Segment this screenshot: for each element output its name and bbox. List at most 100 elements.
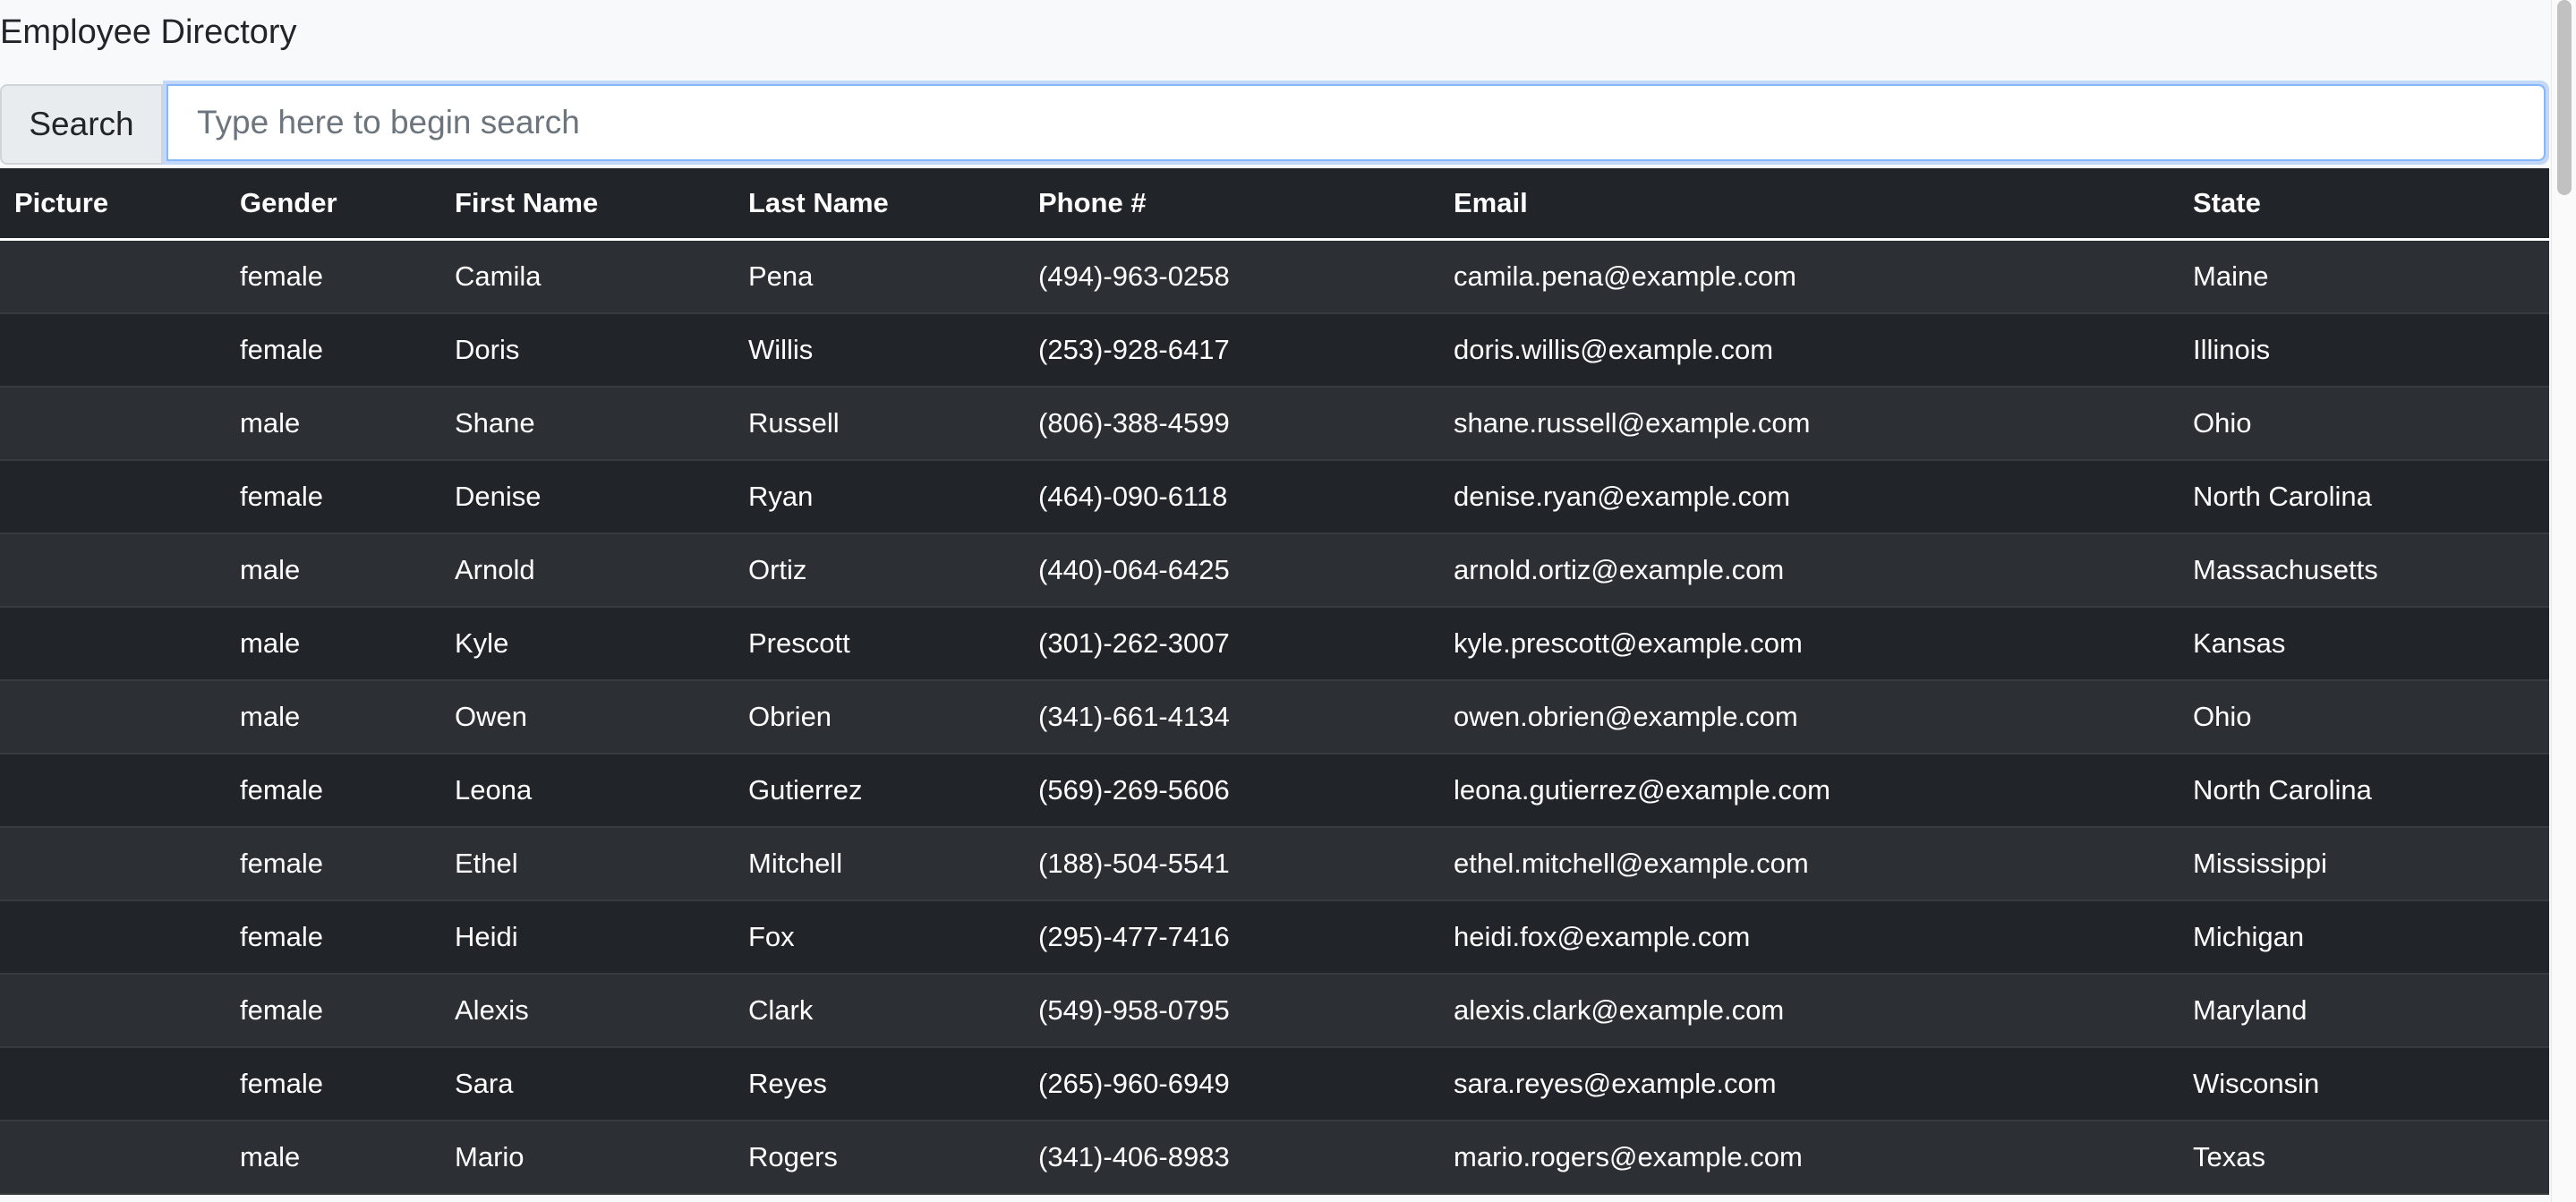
state-cell: North Carolina [2179,460,2549,534]
search-input-wrapper [163,81,2549,165]
table-row[interactable]: female Heidi Fox (295)-477-7416 heidi.fox@ex… [0,900,2549,975]
state-cell: Kansas [2179,607,2549,681]
last-name-cell: Mitchell [734,827,1024,901]
table-row[interactable]: male Arnold Ortiz (440)-064-6425 arnold.orti… [0,533,2549,608]
email-cell: denise.ryan@example.com [1439,460,2179,534]
state-cell: Maryland [2179,974,2549,1048]
gender-cell: female [226,974,440,1048]
column-header-state[interactable]: State [2179,168,2549,241]
table-row[interactable]: male Kyle Prescott (301)-262-3007 kyle.presc… [0,607,2549,681]
email-cell: alexis.clark@example.com [1439,974,2179,1048]
page-title: Employee Directory [0,13,297,51]
email-cell: ethel.mitchell@example.com [1439,827,2179,901]
table-row[interactable]: female Denise Ryan (464)-090-6118 denise.rya… [0,460,2549,534]
gender-cell: female [226,313,440,388]
column-header-email[interactable]: Email [1439,168,2179,241]
last-name-cell: Gutierrez [734,754,1024,828]
first-name-cell: Arnold [440,533,734,608]
state-cell: Mississippi [2179,827,2549,901]
email-cell: shane.russell@example.com [1439,387,2179,461]
first-name-cell: Mario [440,1121,734,1195]
picture-cell [0,313,226,388]
email-cell: arnold.ortiz@example.com [1439,533,2179,608]
gender-cell: male [226,1121,440,1195]
state-cell: Massachusetts [2179,533,2549,608]
gender-cell: female [226,754,440,828]
column-header-last-name[interactable]: Last Name [734,168,1024,241]
picture-cell [0,1047,226,1121]
email-cell: owen.obrien@example.com [1439,680,2179,754]
last-name-cell: Russell [734,387,1024,461]
table-row[interactable]: male Mario Rogers (341)-406-8983 mario.roger… [0,1121,2549,1195]
employee-table: Picture Gender First Name Last Name Phon… [0,168,2549,1195]
first-name-cell: Alexis [440,974,734,1048]
state-cell: Michigan [2179,900,2549,975]
state-cell: Ohio [2179,680,2549,754]
scrollbar[interactable] [2551,0,2576,1202]
phone-cell: (188)-504-5541 [1024,827,1439,901]
picture-cell [0,754,226,828]
first-name-cell: Leona [440,754,734,828]
last-name-cell: Obrien [734,680,1024,754]
phone-cell: (295)-477-7416 [1024,900,1439,975]
phone-cell: (341)-661-4134 [1024,680,1439,754]
table-row[interactable]: male Owen Obrien (341)-661-4134 owen.obrien@… [0,680,2549,754]
gender-cell: male [226,533,440,608]
column-header-picture[interactable]: Picture [0,168,226,241]
gender-cell: female [226,827,440,901]
picture-cell [0,1121,226,1195]
first-name-cell: Owen [440,680,734,754]
state-cell: Texas [2179,1121,2549,1195]
search-input[interactable] [166,84,2546,161]
first-name-cell: Denise [440,460,734,534]
state-cell: Illinois [2179,313,2549,388]
last-name-cell: Clark [734,974,1024,1048]
phone-cell: (440)-064-6425 [1024,533,1439,608]
picture-cell [0,974,226,1048]
table-header-row: Picture Gender First Name Last Name Phon… [0,168,2549,241]
phone-cell: (464)-090-6118 [1024,460,1439,534]
state-cell: Wisconsin [2179,1047,2549,1121]
picture-cell [0,680,226,754]
picture-cell [0,607,226,681]
search-label: Search [0,84,163,165]
gender-cell: female [226,460,440,534]
phone-cell: (265)-960-6949 [1024,1047,1439,1121]
state-cell: North Carolina [2179,754,2549,828]
email-cell: kyle.prescott@example.com [1439,607,2179,681]
table-row[interactable]: female Sara Reyes (265)-960-6949 sara.reyes@… [0,1047,2549,1121]
first-name-cell: Shane [440,387,734,461]
email-cell: sara.reyes@example.com [1439,1047,2179,1121]
email-cell: leona.gutierrez@example.com [1439,754,2179,828]
column-header-first-name[interactable]: First Name [440,168,734,241]
email-cell: camila.pena@example.com [1439,239,2179,314]
picture-cell [0,239,226,314]
table-row[interactable]: female Ethel Mitchell (188)-504-5541 ethel.m… [0,827,2549,901]
state-cell: Maine [2179,239,2549,314]
scrollbar-thumb[interactable] [2557,0,2572,195]
phone-cell: (341)-406-8983 [1024,1121,1439,1195]
first-name-cell: Sara [440,1047,734,1121]
phone-cell: (494)-963-0258 [1024,239,1439,314]
first-name-cell: Ethel [440,827,734,901]
table-row[interactable]: male Shane Russell (806)-388-4599 shane.russ… [0,387,2549,461]
first-name-cell: Doris [440,313,734,388]
gender-cell: female [226,1047,440,1121]
picture-cell [0,827,226,901]
gender-cell: male [226,680,440,754]
last-name-cell: Pena [734,239,1024,314]
state-cell: Ohio [2179,387,2549,461]
table-row[interactable]: female Camila Pena (494)-963-0258 camila.pen… [0,239,2549,314]
picture-cell [0,533,226,608]
phone-cell: (569)-269-5606 [1024,754,1439,828]
first-name-cell: Heidi [440,900,734,975]
gender-cell: female [226,239,440,314]
table-row[interactable]: female Doris Willis (253)-928-6417 doris.wil… [0,313,2549,388]
phone-cell: (301)-262-3007 [1024,607,1439,681]
gender-cell: male [226,607,440,681]
column-header-phone[interactable]: Phone # [1024,168,1439,241]
table-row[interactable]: female Leona Gutierrez (569)-269-5606 leona.… [0,754,2549,828]
gender-cell: female [226,900,440,975]
table-row[interactable]: female Alexis Clark (549)-958-0795 alexis.cl… [0,974,2549,1048]
column-header-gender[interactable]: Gender [226,168,440,241]
